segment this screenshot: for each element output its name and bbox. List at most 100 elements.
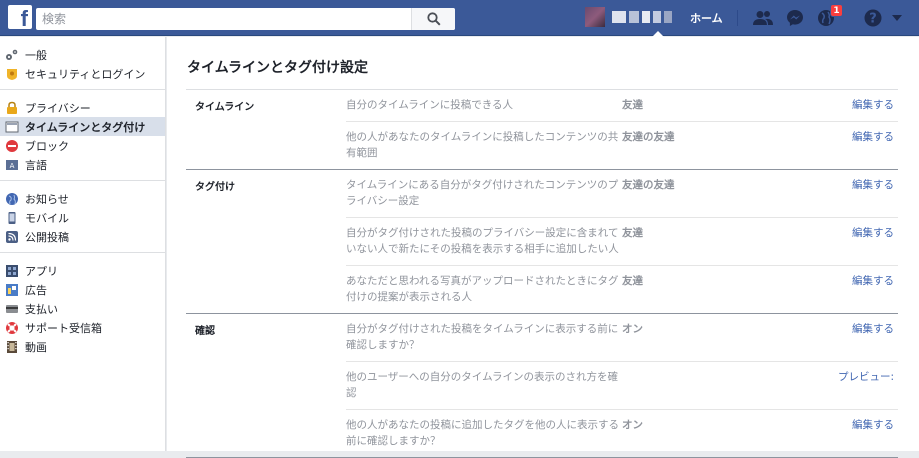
sidebar-item-label: 言語 (25, 158, 47, 172)
section-rows: 自分がタグ付けされた投稿をタイムラインに表示する前に確認しますか？ オン 編集する他… (346, 314, 898, 457)
block-icon (5, 139, 19, 153)
sidebar-item-label: 広告 (25, 283, 47, 297)
setting-row: タイムラインにある自分がタグ付けされたコンテンツのプライバシー設定 友達の友達 編集… (346, 170, 898, 218)
setting-row: 他のユーザーへの自分のタイムラインの表示のされ方を確認 プレビュー: (346, 362, 898, 410)
setting-edit-link[interactable]: プレビュー: (812, 369, 898, 401)
setting-edit-link[interactable]: 編集する (812, 321, 898, 353)
settings-table: タイムライン 自分のタイムラインに投稿できる人 友達 編集する 他の人があなたのタイムラ… (186, 89, 898, 458)
sidebar-item-label: サポート受信箱 (25, 321, 102, 335)
mobile-icon (5, 211, 19, 225)
setting-value: 友達の友達 (622, 131, 675, 143)
sidebar-item-label: 支払い (25, 302, 58, 316)
sidebar-group: 一般セキュリティとログイン (0, 37, 165, 90)
nav-divider (737, 10, 738, 26)
profile-name-redacted[interactable] (612, 11, 672, 23)
timeline-icon (5, 120, 19, 134)
account-menu-button[interactable] (886, 8, 908, 28)
page-title: タイムラインとタグ付け設定 (187, 60, 369, 76)
setting-value: 友達 (622, 275, 643, 287)
friend-requests-button[interactable] (752, 8, 774, 28)
home-link[interactable]: ホーム (690, 10, 723, 26)
notification-count-badge: 1 (830, 4, 843, 17)
help-icon: ? (864, 9, 882, 27)
search-input[interactable] (36, 8, 411, 30)
sidebar-item[interactable]: 一般 (0, 45, 165, 64)
sidebar-group: プライバシー タイムラインとタグ付けブロック A 言語 (0, 90, 165, 181)
sidebar-item[interactable]: お知らせ (0, 189, 165, 208)
section-label: タグ付け (195, 182, 235, 193)
setting-description: あなただと思われる写真がアップロードされたときにタグ付けの提案が表示される人 (346, 275, 619, 303)
help-button[interactable]: ? (862, 8, 884, 28)
gears-icon (5, 48, 19, 62)
sidebar-item[interactable]: 公開投稿 (0, 227, 165, 246)
section-label: タイムライン (195, 102, 255, 113)
sidebar-group: お知らせモバイル公開投稿 (0, 181, 165, 253)
setting-value (622, 369, 812, 401)
profile-avatar[interactable] (585, 7, 605, 27)
setting-value: オン (622, 323, 643, 335)
sidebar-item[interactable]: A 言語 (0, 155, 165, 174)
setting-edit-link[interactable]: 編集する (812, 225, 898, 257)
settings-section: タイムライン 自分のタイムラインに投稿できる人 友達 編集する 他の人があなたのタイムラ… (186, 90, 898, 170)
setting-description: 他の人があなたの投稿に追加したタグを他の人に表示する前に確認しますか？ (346, 419, 619, 447)
caret-down-icon (892, 15, 902, 21)
film-icon (5, 340, 19, 354)
top-navigation-bar: f ホーム 1 ? (0, 0, 919, 37)
setting-description: 他のユーザーへの自分のタイムラインの表示のされ方を確認 (346, 371, 619, 399)
sidebar-item[interactable]: サポート受信箱 (0, 318, 165, 337)
settings-sidebar: 一般セキュリティとログイン プライバシー タイムラインとタグ付けブロック A 言語お知ら… (0, 37, 166, 451)
sidebar-item-label: お知らせ (25, 192, 69, 206)
sidebar-item[interactable]: ブロック (0, 136, 165, 155)
sidebar-item-label: モバイル (25, 211, 69, 225)
apps-icon (5, 264, 19, 278)
setting-row: あなただと思われる写真がアップロードされたときにタグ付けの提案が表示される人 友達… (346, 266, 898, 313)
language-icon: A (5, 158, 19, 172)
badge-icon (5, 67, 19, 81)
sidebar-item[interactable]: プライバシー (0, 98, 165, 117)
settings-section: タグ付け タイムラインにある自分がタグ付けされたコンテンツのプライバシー設定 友達の… (186, 170, 898, 314)
sidebar-item-label: 動画 (25, 340, 47, 354)
setting-edit-link[interactable]: 編集する (812, 129, 898, 161)
search-box (36, 8, 455, 30)
messenger-icon (787, 10, 803, 26)
sidebar-item[interactable]: タイムラインとタグ付け (0, 117, 165, 136)
ads-icon (5, 283, 19, 297)
sidebar-item-label: アプリ (25, 264, 58, 278)
setting-value: オン (622, 419, 643, 431)
sidebar-item[interactable]: モバイル (0, 208, 165, 227)
friends-icon (753, 11, 773, 25)
svg-text:?: ? (869, 12, 877, 27)
search-icon (426, 12, 441, 26)
sidebar-item[interactable]: 支払い (0, 299, 165, 318)
messages-button[interactable] (784, 8, 806, 28)
search-button[interactable] (411, 8, 455, 30)
setting-description: 自分のタイムラインに投稿できる人 (346, 99, 514, 111)
setting-value: 友達 (622, 99, 643, 111)
setting-description: 自分がタグ付けされた投稿のプライバシー設定に含まれていない人で新たにその投稿を表… (346, 227, 619, 255)
setting-description: 他の人があなたのタイムラインに投稿したコンテンツの共有範囲 (346, 131, 619, 159)
setting-row: 他の人があなたの投稿に追加したタグを他の人に表示する前に確認しますか？ オン 編集す… (346, 410, 898, 457)
sidebar-item[interactable]: 動画 (0, 337, 165, 356)
setting-value: 友達 (622, 227, 643, 239)
sidebar-group: アプリ広告支払いサポート受信箱 動画 (0, 253, 165, 362)
sidebar-item-label: ブロック (25, 139, 69, 153)
setting-edit-link[interactable]: 編集する (812, 97, 898, 113)
setting-edit-link[interactable]: 編集する (812, 417, 898, 449)
sidebar-item-label: 公開投稿 (25, 230, 69, 244)
settings-section: 確認 自分がタグ付けされた投稿をタイムラインに表示する前に確認しますか？ オン 編集す… (186, 314, 898, 458)
sidebar-item[interactable]: 広告 (0, 280, 165, 299)
section-rows: 自分のタイムラインに投稿できる人 友達 編集する 他の人があなたのタイムラインに投稿し… (346, 90, 898, 169)
sidebar-item[interactable]: セキュリティとログイン (0, 64, 165, 83)
sidebar-item[interactable]: アプリ (0, 261, 165, 280)
section-label: 確認 (195, 326, 215, 337)
setting-row: 他の人があなたのタイムラインに投稿したコンテンツの共有範囲 友達の友達 編集する (346, 122, 898, 169)
setting-edit-link[interactable]: 編集する (812, 273, 898, 305)
facebook-logo-icon[interactable]: f (8, 5, 32, 29)
settings-main-panel: タイムラインとタグ付け設定 タイムライン 自分のタイムラインに投稿できる人 友達 編集… (167, 37, 919, 458)
lifebuoy-icon (5, 321, 19, 335)
setting-edit-link[interactable]: 編集する (812, 177, 898, 209)
setting-description: 自分がタグ付けされた投稿をタイムラインに表示する前に確認しますか？ (346, 323, 619, 351)
sidebar-item-label: 一般 (25, 48, 47, 62)
setting-row: 自分がタグ付けされた投稿のプライバシー設定に含まれていない人で新たにその投稿を表… (346, 218, 898, 266)
globe-icon (5, 192, 19, 206)
